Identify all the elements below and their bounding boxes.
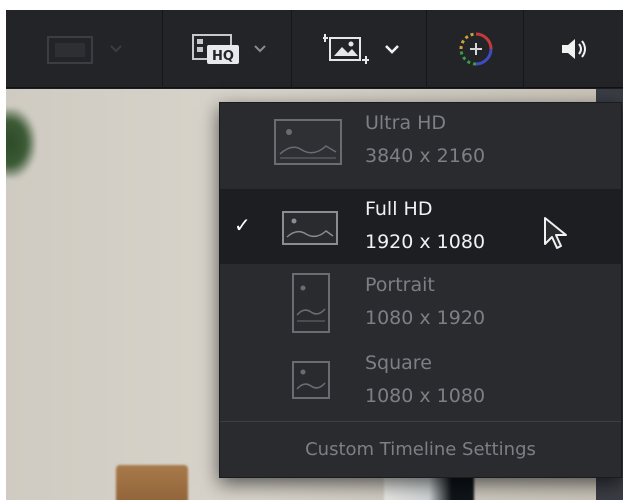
- plant-leaf: [6, 108, 36, 178]
- menu-item-resolution: 3840 x 2160: [365, 145, 486, 167]
- menu-item-title: Full HD: [365, 198, 433, 220]
- hq-badge-text: HQ: [212, 49, 234, 64]
- menu-item-title: Ultra HD: [365, 112, 447, 134]
- color-viewer-button[interactable]: [428, 10, 524, 88]
- proxy-quality-dropdown-button[interactable]: HQ: [164, 10, 292, 88]
- landscape-large-thumb-icon: [274, 119, 342, 165]
- menu-item-resolution: 1920 x 1080: [365, 231, 486, 253]
- timeline-resolution-menu: Ultra HD 3840 x 2160 ✓ Full HD 1920 x 10…: [219, 102, 622, 478]
- viewer-toolbar: HQ: [6, 10, 623, 88]
- hq-proxy-icon: HQ: [191, 34, 239, 64]
- menu-item-ultra-hd[interactable]: Ultra HD 3840 x 2160: [220, 103, 621, 178]
- square-thumb-icon: [292, 361, 330, 399]
- viewer-window: HQ Ultra HD 3840 x 2160 ✓ Full HD 1920 x…: [6, 10, 623, 500]
- color-wheel-icon: [459, 32, 492, 66]
- menu-item-square[interactable]: Square 1080 x 1080: [220, 343, 621, 418]
- monitor-icon: [47, 36, 93, 64]
- chevron-down-icon: [384, 45, 399, 54]
- menu-item-resolution: 1080 x 1920: [365, 307, 486, 329]
- background-object: [116, 465, 188, 500]
- audio-button[interactable]: [525, 10, 623, 88]
- menu-item-title: Portrait: [365, 274, 435, 296]
- chevron-down-icon: [253, 45, 266, 53]
- menu-item-title: Square: [365, 352, 432, 374]
- monitor-dropdown-button[interactable]: [6, 10, 163, 88]
- landscape-thumb-icon: [282, 211, 338, 245]
- portrait-thumb-icon: [292, 273, 330, 333]
- custom-timeline-settings-item[interactable]: Custom Timeline Settings: [220, 422, 621, 477]
- timeline-resolution-icon: [322, 34, 369, 64]
- checkmark-icon: ✓: [234, 213, 251, 237]
- chevron-down-icon: [110, 45, 122, 53]
- timeline-resolution-dropdown-button[interactable]: [293, 10, 427, 88]
- menu-item-resolution: 1080 x 1080: [365, 385, 486, 407]
- menu-item-portrait[interactable]: Portrait 1080 x 1920: [220, 265, 621, 340]
- speaker-icon: [562, 39, 586, 59]
- mouse-cursor-icon: [544, 217, 567, 249]
